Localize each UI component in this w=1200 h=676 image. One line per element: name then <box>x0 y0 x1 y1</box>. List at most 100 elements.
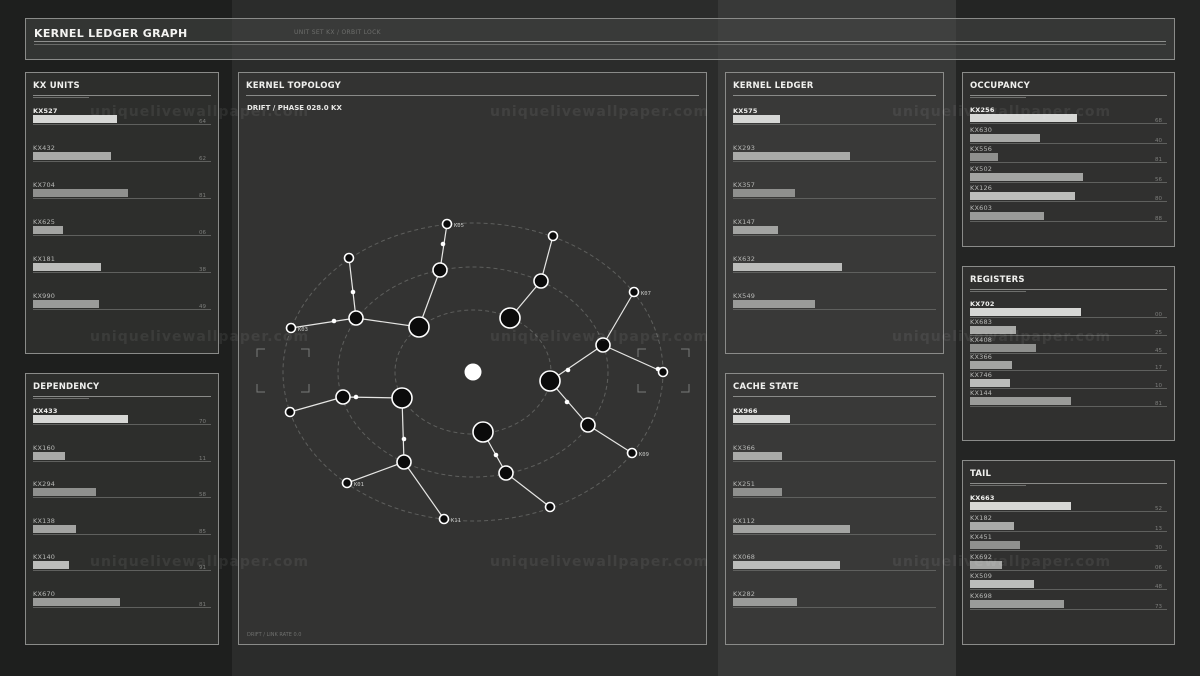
panel-divider-accent <box>970 485 1026 486</box>
list-item-label: KX294 <box>33 480 56 488</box>
panel-tail: TAIL KX663 52 KX182 13 KX451 30 KX692 06 KX509 48… <box>962 460 1175 645</box>
progress-bar <box>970 502 1071 510</box>
panel-title: KERNEL LEDGER <box>733 81 814 91</box>
row-divider <box>33 570 211 571</box>
list-item-label: KX451 <box>970 533 993 541</box>
list-item-label: KX432 <box>33 144 56 152</box>
list-item: KX549 <box>733 292 936 322</box>
list-item-label: KX147 <box>733 218 756 226</box>
row-divider <box>733 272 936 273</box>
progress-bar <box>970 343 1036 352</box>
list-item-label: KX966 <box>733 407 758 415</box>
row-divider <box>33 533 211 535</box>
list-item-label: KX575 <box>733 107 758 115</box>
node-label-k01: K01 <box>354 482 364 488</box>
list-item: KX433 70 <box>33 407 211 437</box>
row-divider <box>733 161 936 162</box>
panel-title: REGISTERS <box>970 275 1025 285</box>
list-item-label: KX256 <box>970 106 995 114</box>
panel-title: CACHE STATE <box>733 382 799 392</box>
list-item: KX670 81 <box>33 590 211 620</box>
list-item: KX366 <box>733 444 936 474</box>
list-item-label: KX408 <box>970 335 993 344</box>
list-item-value: 70 <box>199 419 206 425</box>
row-divider <box>970 608 1167 610</box>
list-item-label: KX068 <box>733 553 756 561</box>
row-divider <box>733 309 936 310</box>
list-item-label: KX181 <box>33 255 56 263</box>
panel-kx-units: KX UNITS KX527 64 KX432 62 KX704 81 KX625 06 KX1… <box>25 72 219 354</box>
list-item: KX112 <box>733 517 936 547</box>
list-item-value: 88 <box>1155 215 1162 222</box>
row-divider <box>733 424 936 425</box>
list-item-value: 49 <box>199 304 206 310</box>
panel-divider-accent <box>33 398 89 399</box>
panel-dependency: DEPENDENCY KX433 70 KX160 11 KX294 58 KX138 85 K… <box>25 373 219 645</box>
list-item: KX527 64 <box>33 107 211 137</box>
list-item: KX293 <box>733 144 936 174</box>
header-subtitle: UNIT SET KX / ORBIT LOCK <box>294 29 381 36</box>
list-item-value: 85 <box>199 528 206 535</box>
list-item: KX966 <box>733 407 936 437</box>
progress-bar <box>33 488 96 496</box>
row-divider <box>733 235 936 236</box>
row-divider <box>33 272 211 273</box>
list-item-label: KX704 <box>33 181 56 189</box>
progress-bar <box>733 524 850 533</box>
list-item-value: 06 <box>199 230 206 236</box>
progress-bar <box>970 580 1034 588</box>
list-item-label: KX433 <box>33 407 58 415</box>
list-item-label: KX144 <box>970 389 993 397</box>
row-divider <box>970 142 1167 144</box>
header-divider <box>34 41 1166 42</box>
panel-divider <box>970 289 1167 290</box>
panel-divider <box>733 396 936 397</box>
row-divider <box>970 511 1167 512</box>
row-divider <box>733 124 936 125</box>
node-label-k07: K07 <box>641 291 651 297</box>
list-item: KX160 11 <box>33 444 211 474</box>
progress-bar <box>733 226 778 234</box>
row-divider <box>733 497 936 498</box>
progress-bar <box>733 597 797 606</box>
row-divider <box>33 460 211 462</box>
progress-bar <box>33 597 120 606</box>
progress-bar <box>33 115 117 123</box>
list-item-label: KX670 <box>33 589 56 598</box>
progress-bar <box>970 560 1002 569</box>
progress-bar <box>33 451 65 460</box>
list-item-value: 40 <box>1155 137 1162 144</box>
progress-bar <box>970 308 1081 316</box>
list-item-label: KX698 <box>970 591 993 600</box>
list-item-label: KX357 <box>733 181 756 189</box>
list-item-value: 56 <box>1155 176 1162 183</box>
panel-divider-accent <box>970 97 1026 98</box>
header-bar: KERNEL LEDGER GRAPH UNIT SET KX / ORBIT … <box>25 18 1175 60</box>
row-divider <box>33 424 211 425</box>
row-divider <box>970 201 1167 202</box>
topology-graph: K05 K03 K07 K01 K09 K11 <box>256 218 690 525</box>
list-item-value: 91 <box>199 565 206 571</box>
panel-divider-accent <box>970 291 1026 292</box>
progress-bar <box>970 172 1083 181</box>
list-item-value: 58 <box>199 492 206 498</box>
list-item-value: 81 <box>199 601 206 608</box>
graph-center-node <box>464 363 482 381</box>
list-item-value: 48 <box>1155 584 1162 590</box>
progress-bar <box>970 153 998 161</box>
list-item-label: KX702 <box>970 300 995 308</box>
panel-registers: REGISTERS KX702 00 KX683 25 KX408 45 KX366 17 KX… <box>962 266 1175 441</box>
row-divider <box>970 123 1167 124</box>
row-divider <box>733 606 936 608</box>
list-item: KX282 <box>733 590 936 620</box>
row-divider <box>970 550 1167 551</box>
progress-bar <box>33 561 69 569</box>
list-item-label: KX138 <box>33 516 56 525</box>
progress-bar <box>970 599 1064 608</box>
progress-bar <box>33 263 101 271</box>
row-divider <box>970 162 1167 163</box>
list-item: KX625 06 <box>33 218 211 248</box>
list-item-value: 62 <box>199 156 206 162</box>
panel-title: DEPENDENCY <box>33 382 100 392</box>
list-item-value: 52 <box>1155 506 1162 512</box>
